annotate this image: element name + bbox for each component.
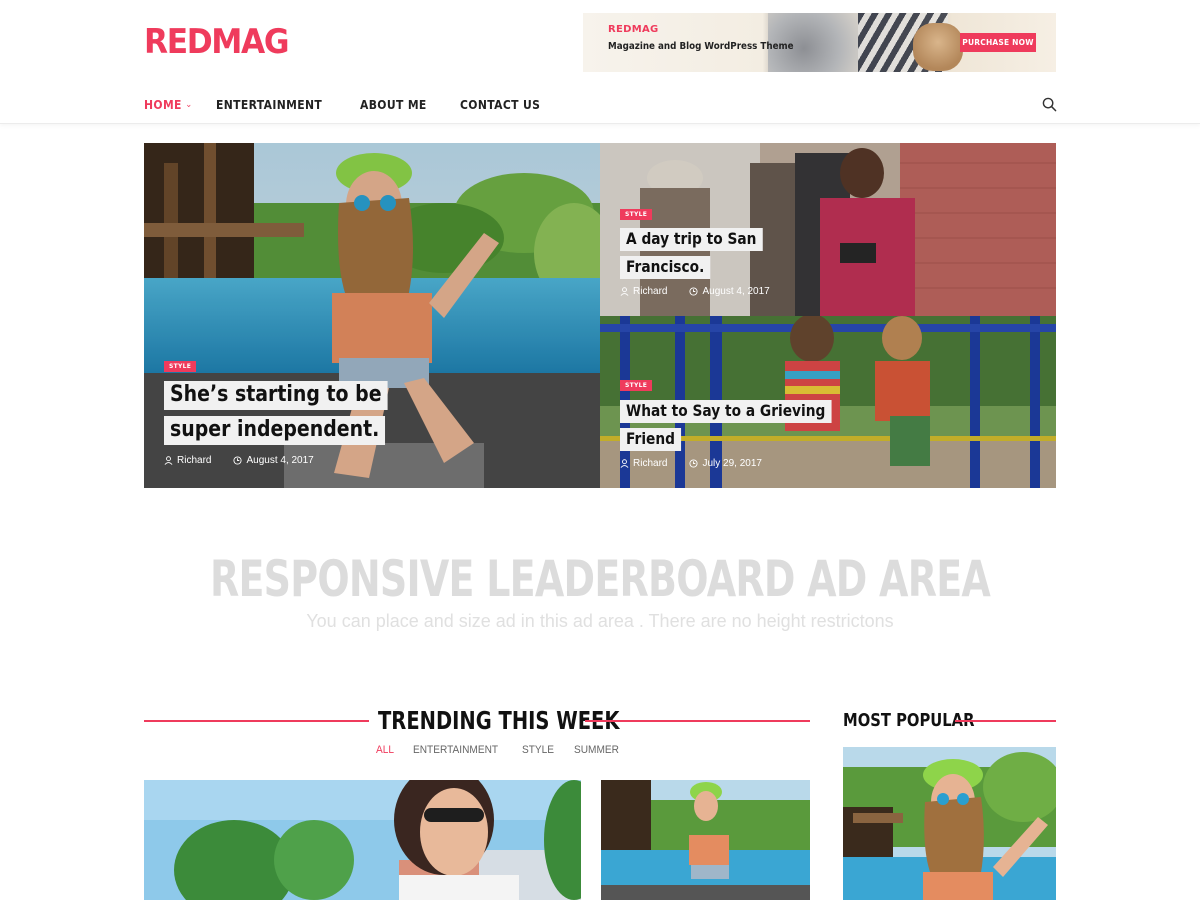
section-divider — [585, 720, 810, 722]
section-divider — [144, 720, 369, 722]
featured-post-bottom[interactable]: STYLE What to Say to a Grieving Friend R… — [600, 316, 1056, 488]
featured-post-top[interactable]: STYLE A day trip to San Francisco. Richa… — [600, 143, 1056, 316]
clock-icon — [689, 459, 699, 468]
post-title[interactable]: A day trip to San Francisco. — [620, 225, 801, 281]
nav-item-about-me[interactable]: ABOUT ME — [360, 98, 427, 112]
trending-post-image[interactable] — [144, 780, 581, 900]
nav-item-home[interactable]: HOME ⌄ — [144, 98, 193, 112]
post-meta: Richard August 4, 2017 — [620, 286, 770, 297]
featured-post-main[interactable]: STYLE She’s starting to be super indepen… — [144, 143, 600, 488]
post-meta: Richard July 29, 2017 — [620, 458, 762, 469]
category-badge[interactable]: STYLE — [620, 209, 653, 220]
post-thumbnail — [601, 780, 810, 900]
trending-filters: ALL ENTERTAINMENT STYLE SUMMER — [376, 744, 623, 756]
post-date: August 4, 2017 — [702, 286, 770, 297]
purchase-now-button[interactable]: PURCHASE NOW — [960, 33, 1036, 52]
post-meta: Richard August 4, 2017 — [164, 455, 314, 466]
site-logo[interactable]: REDMAG — [144, 22, 290, 62]
post-author[interactable]: Richard — [177, 455, 211, 466]
post-title-text: She’s starting to be super independent. — [164, 381, 388, 445]
chevron-down-icon: ⌄ — [185, 100, 193, 110]
post-title[interactable]: She’s starting to be super independent. — [164, 377, 422, 447]
filter-summer[interactable]: SUMMER — [574, 744, 619, 756]
site-header: REDMAG REDMAG Magazine and Blog WordPres… — [0, 0, 1200, 124]
ad-area-subtitle: You can place and size ad in this ad are… — [306, 611, 894, 631]
filter-all[interactable]: ALL — [376, 744, 394, 756]
nav-item-label: HOME — [144, 98, 182, 112]
trending-post-image[interactable] — [601, 780, 810, 900]
post-title-text: A day trip to San Francisco. — [620, 228, 763, 279]
trending-title: TRENDING THIS WEEK — [378, 706, 620, 735]
header-banner-ad[interactable]: REDMAG Magazine and Blog WordPress Theme… — [583, 13, 1056, 72]
post-thumbnail — [843, 747, 1056, 900]
section-divider — [955, 720, 1056, 722]
post-date: August 4, 2017 — [246, 455, 314, 466]
banner-tagline: Magazine and Blog WordPress Theme — [608, 41, 794, 52]
nav-item-contact-us[interactable]: CONTACT US — [460, 98, 540, 112]
post-thumbnail — [144, 780, 581, 900]
clock-icon — [689, 287, 699, 296]
post-author[interactable]: Richard — [633, 286, 667, 297]
banner-bag-image — [913, 23, 963, 71]
user-icon — [620, 459, 629, 468]
ad-area-title: RESPONSIVE LEADERBOARD AD AREA — [209, 550, 991, 608]
post-author[interactable]: Richard — [633, 458, 667, 469]
post-date: July 29, 2017 — [702, 458, 762, 469]
user-icon — [620, 287, 629, 296]
main-nav: HOME ⌄ ENTERTAINMENT ABOUT ME CONTACT US — [144, 96, 575, 114]
category-badge[interactable]: STYLE — [620, 380, 653, 391]
user-icon — [164, 456, 173, 465]
post-title[interactable]: What to Say to a Grieving Friend — [620, 397, 844, 453]
banner-brand: REDMAG — [608, 24, 659, 35]
featured-posts-grid: STYLE She’s starting to be super indepen… — [144, 143, 1056, 488]
filter-style[interactable]: STYLE — [522, 744, 554, 756]
search-icon[interactable] — [1042, 97, 1057, 112]
category-badge[interactable]: STYLE — [164, 361, 197, 372]
post-title-text: What to Say to a Grieving Friend — [620, 400, 832, 451]
popular-post-image[interactable] — [843, 747, 1056, 900]
nav-item-entertainment[interactable]: ENTERTAINMENT — [216, 98, 322, 112]
clock-icon — [233, 456, 243, 465]
filter-entertainment[interactable]: ENTERTAINMENT — [413, 744, 498, 756]
